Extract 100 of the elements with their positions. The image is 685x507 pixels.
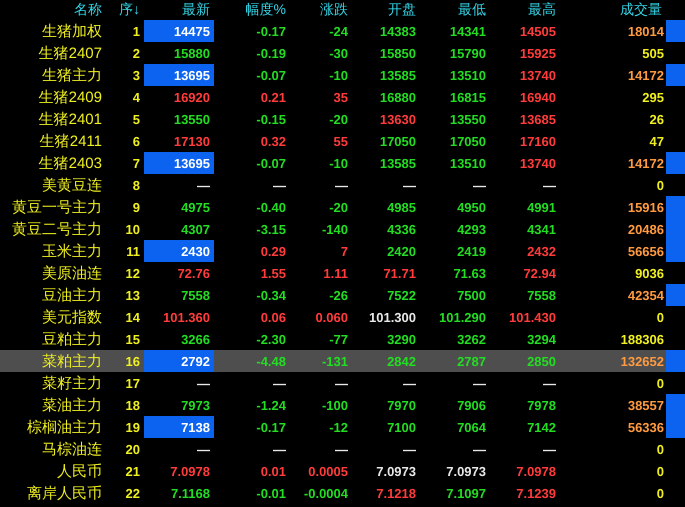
table-cell-text: 56656 [626,242,665,260]
table-cell-text: 0 [656,176,665,194]
table-cell-text: 玉米主力 [41,242,103,262]
column-header[interactable]: 序↓ [104,1,144,19]
table-cell: 17050 [450,134,486,148]
table-cell-text: 20 [124,440,141,458]
table-row[interactable]: 玉米主力 11 2430 0.29 7 2420 2419 2432 56656 [0,240,685,262]
table-cell: -12 [329,420,348,434]
table-cell: 3262 [457,332,486,346]
table-cell: -2.30 [256,332,286,346]
table-cell: 7558 [527,288,556,302]
table-row[interactable]: 菜粕主力 16 2792 -4.48 -131 2842 2787 2850 132652 [0,350,685,372]
table-cell: 16940 [520,90,556,104]
table-row[interactable]: 生猪主力 3 13695 -0.07 -10 13585 13510 13740 14172 [0,64,685,86]
table-cell-text: 生猪2403 [38,154,103,174]
table-cell-text: 黄豆一号主力 [11,198,103,218]
table-cell-text: 豆油主力 [41,286,103,306]
column-header[interactable]: 最新 [144,1,214,19]
table-cell: 7 [340,244,348,258]
table-cell: 16880 [380,90,416,104]
column-header[interactable]: 最低 [420,1,490,19]
table-cell: 4307 [181,222,210,236]
table-row[interactable]: 豆油主力 13 7558 -0.34 -26 7522 7500 7558 42354 [0,284,685,306]
table-cell: — [403,442,416,456]
table-row[interactable]: 生猪2411 6 17130 0.32 55 17050 17050 17160 47 [0,130,685,152]
table-cell: 13740 [520,156,556,170]
table-row[interactable]: 离岸人民币 22 7.1168 -0.01 -0.0004 7.1218 7.1097 7.1239 0 [0,482,685,504]
table-cell: 7138 [144,416,214,438]
table-cell: 0.060 [315,310,348,324]
table-cell-text: 10 [124,220,141,238]
table-cell: 15790 [450,46,486,60]
table-cell: 16815 [450,90,486,104]
table-cell: 13740 [520,68,556,82]
table-cell: 13585 [380,68,416,82]
table-row[interactable]: 黄豆一号主力 9 4975 -0.40 -20 4985 4950 4991 15916 [0,196,685,218]
table-cell: 14341 [450,24,486,38]
table-cell: 7558 [181,288,210,302]
table-cell: 0.29 [260,244,286,258]
table-cell: 13585 [380,156,416,170]
table-cell-text: 棕榈油主力 [26,418,103,438]
table-cell: 3290 [387,332,416,346]
table-cell-text: 18 [124,396,141,414]
table-cell-text: 生猪加权 [41,22,103,42]
table-cell-text: 8 [132,176,141,194]
table-cell: -0.17 [256,420,286,434]
table-cell: 0.32 [260,134,286,148]
table-cell: 1.11 [323,266,348,280]
table-cell: 101.360 [163,310,210,324]
table-row[interactable]: 生猪2401 5 13550 -0.15 -20 13630 13550 13685 26 [0,108,685,130]
table-cell: -0.34 [256,288,286,302]
table-cell: — [273,442,286,456]
table-cell-text: 2 [132,44,141,62]
table-row[interactable]: 生猪加权 1 14475 -0.17 -24 14383 14341 14505 18014 [0,20,685,42]
table-cell-text: 人民币 [56,462,103,482]
table-cell: 17130 [174,134,210,148]
table-cell: 35 [334,90,348,104]
table-cell: — [543,376,556,390]
table-cell: -140 [322,222,348,236]
table-cell: 7142 [527,420,556,434]
table-cell: -1.24 [256,398,286,412]
table-row[interactable]: 生猪2403 7 13695 -0.07 -10 13585 13510 13740 14172 [0,152,685,174]
table-cell: 4975 [181,200,210,214]
table-row[interactable]: 棕榈油主力 19 7138 -0.17 -12 7100 7064 7142 56336 [0,416,685,438]
column-header[interactable]: 开盘 [352,1,420,19]
table-row[interactable]: 菜籽主力 17 — — — — — — 0 [0,372,685,394]
table-row[interactable]: 豆粕主力 15 3266 -2.30 -77 3290 3262 3294 188306 [0,328,685,350]
table-cell: — [403,376,416,390]
table-cell-text: 9036 [634,264,665,282]
column-header[interactable]: 最高 [490,1,560,19]
table-cell-text: 21 [124,462,141,480]
table-cell-text: 12 [124,264,141,282]
table-cell-text: 22 [124,484,141,502]
column-header[interactable]: 涨跌 [290,1,352,19]
table-cell: 2419 [457,244,486,258]
table-cell: 3294 [527,332,556,346]
table-cell: 7978 [527,398,556,412]
table-cell-text: 马棕油连 [41,440,103,460]
column-header[interactable]: 幅度% [214,1,290,19]
table-cell: 7.0978 [170,464,210,478]
table-row[interactable]: 美黄豆连 8 — — — — — — 0 [0,174,685,196]
table-cell: 1.55 [260,266,286,280]
table-row[interactable]: 马棕油连 20 — — — — — — 0 [0,438,685,460]
table-row[interactable]: 美元指数 14 101.360 0.06 0.060 101.300 101.290 101.430 0 [0,306,685,328]
column-header[interactable]: 名称 [0,1,104,19]
table-row[interactable]: 美原油连 12 72.76 1.55 1.11 71.71 71.63 72.94 9036 [0,262,685,284]
table-row[interactable]: 生猪2409 4 16920 0.21 35 16880 16815 16940 295 [0,86,685,108]
table-cell: 7.1097 [446,486,486,500]
table-cell-text: 0 [656,308,665,326]
table-row[interactable]: 人民币 21 7.0978 0.01 0.0005 7.0973 7.0973 7.0978 0 [0,460,685,482]
table-cell: — [473,178,486,192]
table-cell-text: 295 [641,88,665,106]
table-cell-text: 4 [132,88,141,106]
table-cell: -20 [329,112,348,126]
column-header[interactable]: 成交量 [560,1,666,19]
table-row[interactable]: 菜油主力 18 7973 -1.24 -100 7970 7906 7978 38557 [0,394,685,416]
table-cell: — [273,178,286,192]
table-row[interactable]: 生猪2407 2 15880 -0.19 -30 15850 15790 15925 505 [0,42,685,64]
table-cell: — [403,178,416,192]
table-row[interactable]: 黄豆二号主力 10 4307 -3.15 -140 4336 4293 4341 20486 [0,218,685,240]
table-cell: 0.21 [260,90,286,104]
